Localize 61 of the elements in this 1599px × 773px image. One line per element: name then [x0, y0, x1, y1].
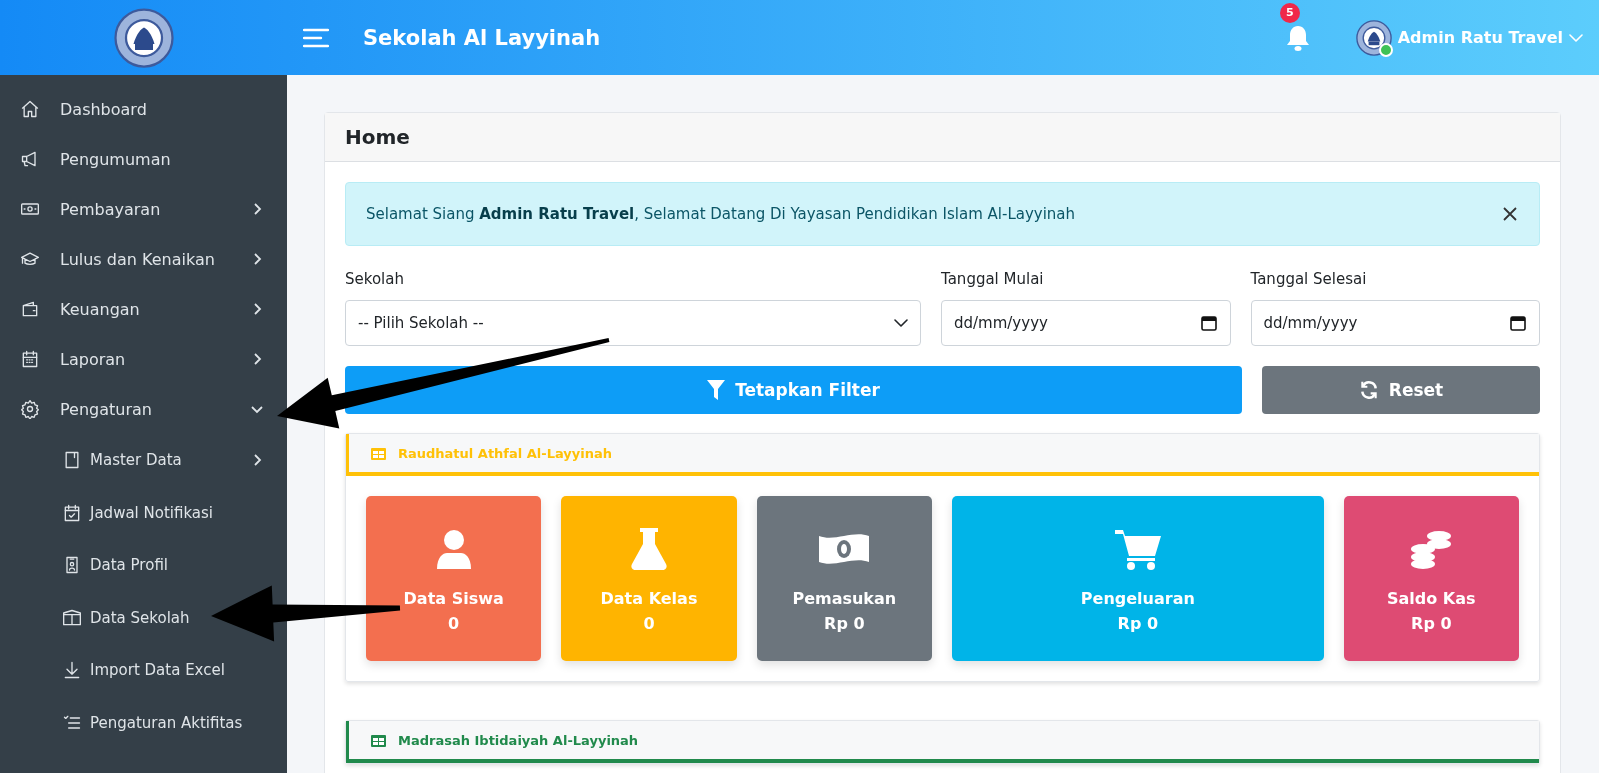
- coins-icon: [1409, 528, 1454, 569]
- table-icon: [371, 447, 386, 460]
- home-icon: [20, 99, 40, 119]
- stat-label: Saldo Kas: [1387, 588, 1476, 608]
- close-button[interactable]: [1501, 205, 1519, 223]
- calendar-icon: [20, 349, 40, 369]
- section-title: Raudhatul Athfal Al-Layyinah: [398, 446, 613, 461]
- user-icon: [434, 528, 473, 569]
- bell-icon: [1285, 24, 1310, 51]
- field-label: Tanggal Selesai: [1250, 270, 1368, 288]
- chevron-down-icon: [1569, 33, 1583, 42]
- sidebar-item[interactable]: Dashboard: [0, 84, 287, 134]
- notification-badge: 5: [1279, 2, 1300, 23]
- chevron-down-icon: [894, 319, 908, 327]
- sidebar-subitem[interactable]: Import Data Excel: [0, 644, 287, 697]
- gear-icon: [20, 399, 40, 419]
- download-icon: [62, 660, 82, 681]
- alert-message: Selamat Siang Admin Ratu Travel, Selamat Datang Di Yayasan Pendidikan Islam Al-Layyinah: [366, 205, 1077, 223]
- sidebar-item[interactable]: Pengaturan: [0, 384, 287, 434]
- stat-value: 0: [643, 613, 655, 633]
- calendar-check-icon: [62, 502, 82, 523]
- page-title: Home: [325, 113, 1560, 162]
- sidebar-item[interactable]: Laporan: [0, 334, 287, 384]
- sidebar-subitem[interactable]: Pengaturan Aktifitas: [0, 696, 287, 749]
- cart-icon: [1114, 527, 1161, 570]
- wallet-icon: [20, 299, 40, 319]
- select-field[interactable]: -- Pilih Sekolah --: [345, 300, 921, 346]
- logo-icon: [113, 7, 174, 68]
- sidebar-subitem[interactable]: Data Profil: [0, 539, 287, 592]
- avatar-icon: [1355, 19, 1392, 56]
- reset-button[interactable]: Reset: [1262, 366, 1540, 414]
- date-field[interactable]: dd/mm/yyyy: [1250, 300, 1540, 346]
- refresh-icon: [1358, 380, 1379, 400]
- table-icon: [371, 734, 386, 747]
- stat-value: Rp 0: [1117, 613, 1159, 633]
- sidebar-subitem[interactable]: Data Sekolah: [0, 591, 287, 644]
- section-title: Madrasah Ibtidaiyah Al-Layyinah: [398, 733, 639, 748]
- stat-label: Data Siswa: [403, 588, 504, 608]
- close-icon: [1503, 207, 1517, 221]
- stat-value: Rp 0: [824, 613, 865, 633]
- date-field[interactable]: dd/mm/yyyy: [941, 300, 1231, 346]
- sidebar-subitem[interactable]: Jadwal Notifikasi: [0, 486, 287, 539]
- menu-icon: [303, 27, 329, 48]
- stat-label: Data Kelas: [600, 588, 698, 608]
- calendar-icon: [1200, 315, 1217, 331]
- field-label: Sekolah: [345, 270, 405, 288]
- app-title: Sekolah Al Layyinah: [363, 25, 601, 50]
- flask-icon: [630, 527, 667, 570]
- calendar-icon: [1510, 315, 1526, 331]
- sidebar-subitem[interactable]: Master Data: [0, 434, 287, 487]
- book-icon: [62, 607, 82, 628]
- sidebar-item[interactable]: Lulus dan Kenaikan: [0, 234, 287, 284]
- sidebar-item[interactable]: Pengumuman: [0, 134, 287, 184]
- field-label: Tanggal Mulai: [941, 270, 1045, 288]
- stat-label: Pemasukan: [792, 588, 897, 608]
- stat-value: 0: [448, 613, 460, 633]
- funnel-icon: [707, 380, 726, 400]
- stat-value: Rp 0: [1411, 613, 1452, 633]
- sidebar-item[interactable]: Pembayaran: [0, 184, 287, 234]
- sidebar-item[interactable]: Keuangan: [0, 284, 287, 334]
- stat-label: Pengeluaran: [1080, 588, 1195, 608]
